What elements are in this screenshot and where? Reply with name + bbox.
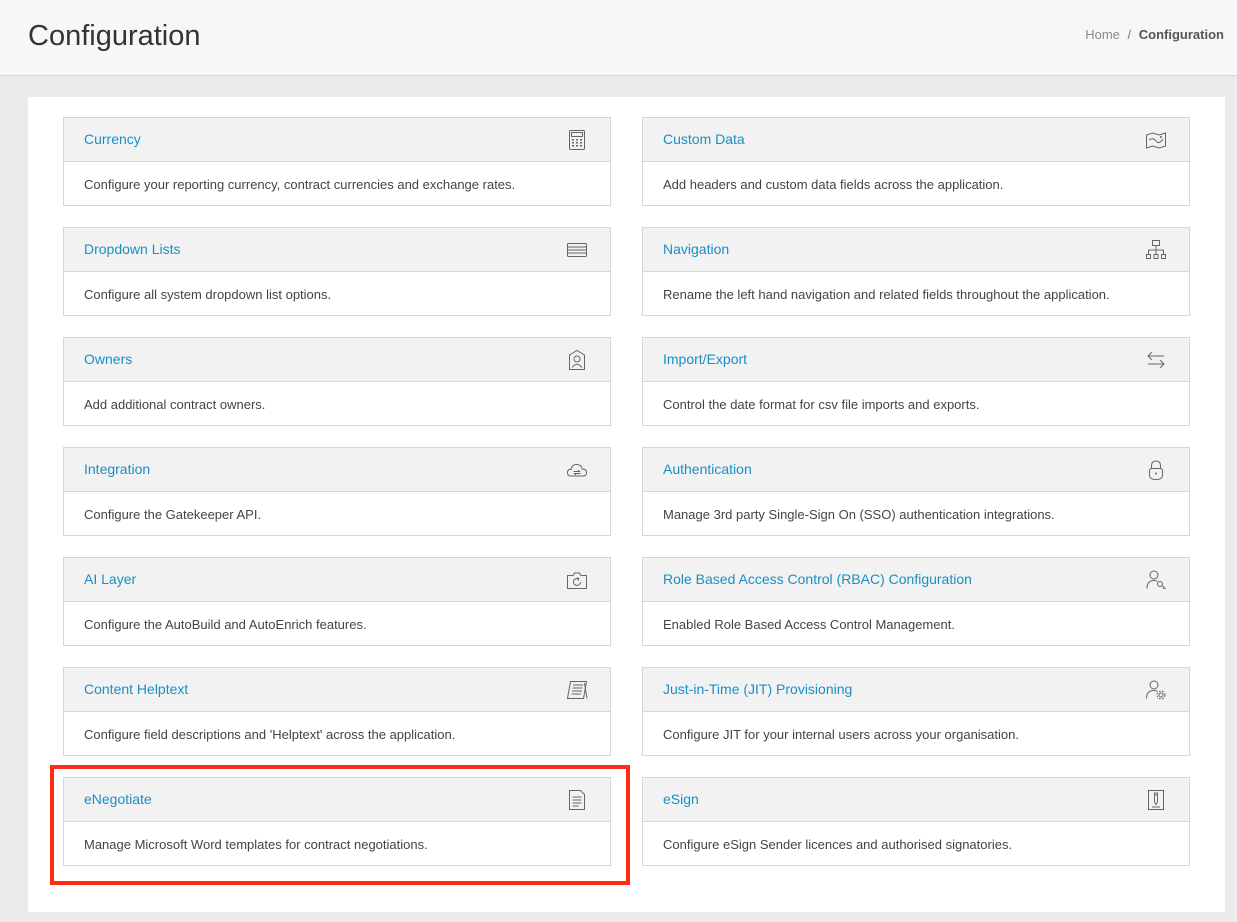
card-description: Configure the AutoBuild and AutoEnrich f… <box>84 617 367 632</box>
card-title-authentication[interactable]: Authentication <box>663 461 752 478</box>
card-title-currency[interactable]: Currency <box>84 131 141 148</box>
card-header: eSign <box>643 778 1189 822</box>
card-description: Configure field descriptions and 'Helpte… <box>84 727 456 742</box>
card-header: AI Layer <box>64 558 610 602</box>
document-icon <box>566 789 588 811</box>
user-key-icon <box>1145 569 1167 591</box>
card-jit-provisioning: Just-in-Time (JIT) Provisioning Configur… <box>642 667 1190 756</box>
card-header: Content Helptext <box>64 668 610 712</box>
card-header: Owners <box>64 338 610 382</box>
list-icon <box>566 239 588 261</box>
card-title-esign[interactable]: eSign <box>663 791 699 808</box>
card-title-ai-layer[interactable]: AI Layer <box>84 571 136 588</box>
page-header: Configuration Home / Configuration <box>0 0 1237 76</box>
lock-icon <box>1145 459 1167 481</box>
card-header: Navigation <box>643 228 1189 272</box>
breadcrumb: Home / Configuration <box>1085 27 1224 43</box>
card-import-export: Import/Export Control the date format fo… <box>642 337 1190 426</box>
card-ai-layer: AI Layer Configure the AutoBuild and Aut… <box>63 557 611 646</box>
card-navigation: Navigation Rename the left hand navigati… <box>642 227 1190 316</box>
card-owners: Owners Add additional contract owners. <box>63 337 611 426</box>
card-title-import-export[interactable]: Import/Export <box>663 351 747 368</box>
card-authentication: Authentication Manage 3rd party Single-S… <box>642 447 1190 536</box>
breadcrumb-home[interactable]: Home <box>1085 27 1120 42</box>
card-description: Configure JIT for your internal users ac… <box>663 727 1019 742</box>
pen-document-icon <box>1145 789 1167 811</box>
card-title-jit-provisioning[interactable]: Just-in-Time (JIT) Provisioning <box>663 681 852 698</box>
card-header: Role Based Access Control (RBAC) Configu… <box>643 558 1189 602</box>
card-header: Custom Data <box>643 118 1189 162</box>
user-badge-icon <box>566 349 588 371</box>
configuration-panel: Currency Configure your reporting curren… <box>28 97 1225 912</box>
breadcrumb-current: Configuration <box>1138 27 1224 42</box>
card-custom-data: Custom Data Add headers and custom data … <box>642 117 1190 206</box>
map-icon <box>1145 129 1167 151</box>
card-rbac-configuration: Role Based Access Control (RBAC) Configu… <box>642 557 1190 646</box>
card-description: Configure the Gatekeeper API. <box>84 507 262 522</box>
card-title-rbac-configuration[interactable]: Role Based Access Control (RBAC) Configu… <box>663 571 972 588</box>
card-description: Manage 3rd party Single-Sign On (SSO) au… <box>663 507 1055 522</box>
swap-arrows-icon <box>1145 349 1167 371</box>
card-content-helptext: Content Helptext Configure field descrip… <box>63 667 611 756</box>
card-header: Dropdown Lists <box>64 228 610 272</box>
card-description: Manage Microsoft Word templates for cont… <box>84 837 428 852</box>
card-title-custom-data[interactable]: Custom Data <box>663 131 745 148</box>
card-description: Control the date format for csv file imp… <box>663 397 980 412</box>
card-description: Enabled Role Based Access Control Manage… <box>663 617 955 632</box>
card-header: Import/Export <box>643 338 1189 382</box>
card-title-enegotiate[interactable]: eNegotiate <box>84 791 152 808</box>
card-title-content-helptext[interactable]: Content Helptext <box>84 681 188 698</box>
card-integration: Integration Configure the Gatekeeper API… <box>63 447 611 536</box>
card-title-dropdown-lists[interactable]: Dropdown Lists <box>84 241 181 258</box>
card-dropdown-lists: Dropdown Lists Configure all system drop… <box>63 227 611 316</box>
card-enegotiate: eNegotiate Manage Microsoft Word templat… <box>63 777 611 866</box>
card-header: Just-in-Time (JIT) Provisioning <box>643 668 1189 712</box>
card-description: Configure eSign Sender licences and auth… <box>663 837 1013 852</box>
card-description: Configure all system dropdown list optio… <box>84 287 332 302</box>
refresh-box-icon <box>566 569 588 591</box>
page-title: Configuration <box>28 20 201 52</box>
user-settings-icon <box>1145 679 1167 701</box>
card-header: Currency <box>64 118 610 162</box>
card-description: Add headers and custom data fields acros… <box>663 177 1004 192</box>
card-currency: Currency Configure your reporting curren… <box>63 117 611 206</box>
book-icon <box>566 679 588 701</box>
card-description: Rename the left hand navigation and rela… <box>663 287 1110 302</box>
sitemap-icon <box>1145 239 1167 261</box>
card-esign: eSign Configure eSign Sender licences an… <box>642 777 1190 866</box>
breadcrumb-separator: / <box>1127 27 1132 42</box>
card-description: Add additional contract owners. <box>84 397 266 412</box>
card-title-navigation[interactable]: Navigation <box>663 241 729 258</box>
card-header: Authentication <box>643 448 1189 492</box>
cloud-sync-icon <box>566 459 588 481</box>
card-title-owners[interactable]: Owners <box>84 351 132 368</box>
card-description: Configure your reporting currency, contr… <box>84 177 516 192</box>
card-header: Integration <box>64 448 610 492</box>
card-title-integration[interactable]: Integration <box>84 461 150 478</box>
card-header: eNegotiate <box>64 778 610 822</box>
calculator-icon <box>566 129 588 151</box>
